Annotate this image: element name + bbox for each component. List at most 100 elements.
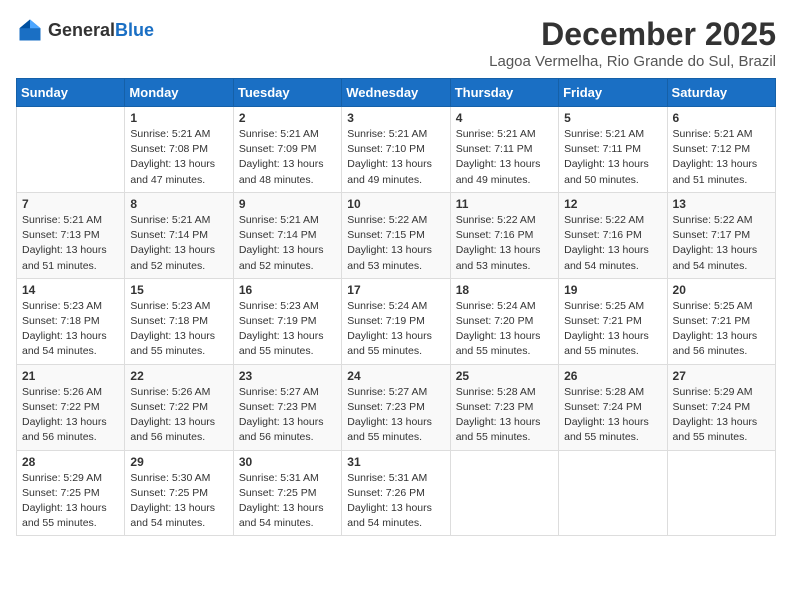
day-number: 20 (673, 283, 770, 297)
cell-info: Sunrise: 5:29 AMSunset: 7:25 PMDaylight:… (22, 471, 119, 532)
calendar-cell: 23 Sunrise: 5:27 AMSunset: 7:23 PMDayligh… (233, 364, 341, 450)
calendar-cell: 16 Sunrise: 5:23 AMSunset: 7:19 PMDayligh… (233, 278, 341, 364)
day-header-sunday: Sunday (17, 79, 125, 107)
cell-info: Sunrise: 5:24 AMSunset: 7:20 PMDaylight:… (456, 299, 553, 360)
cell-info: Sunrise: 5:26 AMSunset: 7:22 PMDaylight:… (130, 385, 227, 446)
calendar-cell: 29 Sunrise: 5:30 AMSunset: 7:25 PMDayligh… (125, 450, 233, 536)
month-title: December 2025 (489, 16, 776, 53)
calendar-cell: 10 Sunrise: 5:22 AMSunset: 7:15 PMDayligh… (342, 192, 450, 278)
cell-info: Sunrise: 5:25 AMSunset: 7:21 PMDaylight:… (673, 299, 770, 360)
calendar-cell: 2Sunrise: 5:21 AMSunset: 7:09 PMDaylight… (233, 107, 341, 193)
cell-info: Sunrise: 5:22 AMSunset: 7:17 PMDaylight:… (673, 213, 770, 274)
calendar-cell: 30Sunrise: 5:31 AMSunset: 7:25 PMDayligh… (233, 450, 341, 536)
calendar-cell: 3 Sunrise: 5:21 AMSunset: 7:10 PMDaylight… (342, 107, 450, 193)
day-number: 1 (130, 111, 227, 125)
cell-info: Sunrise: 5:21 AMSunset: 7:14 PMDaylight:… (239, 213, 336, 274)
calendar-cell: 17Sunrise: 5:24 AMSunset: 7:19 PMDayligh… (342, 278, 450, 364)
day-number: 9 (239, 197, 336, 211)
cell-info: Sunrise: 5:23 AMSunset: 7:18 PMDaylight:… (130, 299, 227, 360)
day-number: 27 (673, 369, 770, 383)
day-number: 22 (130, 369, 227, 383)
cell-info: Sunrise: 5:26 AMSunset: 7:22 PMDaylight:… (22, 385, 119, 446)
day-number: 4 (456, 111, 553, 125)
cell-info: Sunrise: 5:24 AMSunset: 7:19 PMDaylight:… (347, 299, 444, 360)
day-number: 23 (239, 369, 336, 383)
cell-info: Sunrise: 5:22 AMSunset: 7:15 PMDaylight:… (347, 213, 444, 274)
calendar-cell: 9 Sunrise: 5:21 AMSunset: 7:14 PMDaylight… (233, 192, 341, 278)
calendar-cell: 25 Sunrise: 5:28 AMSunset: 7:23 PMDayligh… (450, 364, 558, 450)
calendar-cell: 4Sunrise: 5:21 AMSunset: 7:11 PMDaylight… (450, 107, 558, 193)
calendar-cell: 7Sunrise: 5:21 AMSunset: 7:13 PMDaylight… (17, 192, 125, 278)
day-number: 10 (347, 197, 444, 211)
calendar-cell: 13 Sunrise: 5:22 AMSunset: 7:17 PMDayligh… (667, 192, 775, 278)
day-number: 15 (130, 283, 227, 297)
day-number: 7 (22, 197, 119, 211)
cell-info: Sunrise: 5:21 AMSunset: 7:12 PMDaylight:… (673, 127, 770, 188)
day-number: 24 (347, 369, 444, 383)
cell-info: Sunrise: 5:25 AMSunset: 7:21 PMDaylight:… (564, 299, 661, 360)
logo-text-general: General (48, 20, 115, 40)
day-number: 26 (564, 369, 661, 383)
cell-info: Sunrise: 5:21 AMSunset: 7:10 PMDaylight:… (347, 127, 444, 188)
calendar-cell: 15 Sunrise: 5:23 AMSunset: 7:18 PMDayligh… (125, 278, 233, 364)
calendar-cell: 22 Sunrise: 5:26 AMSunset: 7:22 PMDayligh… (125, 364, 233, 450)
day-number: 5 (564, 111, 661, 125)
calendar-cell: 24 Sunrise: 5:27 AMSunset: 7:23 PMDayligh… (342, 364, 450, 450)
day-number: 14 (22, 283, 119, 297)
day-header-thursday: Thursday (450, 79, 558, 107)
week-row-4: 21 Sunrise: 5:26 AMSunset: 7:22 PMDayligh… (17, 364, 776, 450)
week-row-5: 28 Sunrise: 5:29 AMSunset: 7:25 PMDayligh… (17, 450, 776, 536)
day-number: 2 (239, 111, 336, 125)
logo-icon (16, 16, 44, 44)
logo-text-blue: Blue (115, 20, 154, 40)
calendar-cell: 6 Sunrise: 5:21 AMSunset: 7:12 PMDaylight… (667, 107, 775, 193)
day-number: 25 (456, 369, 553, 383)
cell-info: Sunrise: 5:23 AMSunset: 7:19 PMDaylight:… (239, 299, 336, 360)
day-number: 16 (239, 283, 336, 297)
day-number: 18 (456, 283, 553, 297)
cell-info: Sunrise: 5:27 AMSunset: 7:23 PMDaylight:… (239, 385, 336, 446)
day-number: 13 (673, 197, 770, 211)
calendar-cell: 20 Sunrise: 5:25 AMSunset: 7:21 PMDayligh… (667, 278, 775, 364)
calendar-cell: 28 Sunrise: 5:29 AMSunset: 7:25 PMDayligh… (17, 450, 125, 536)
title-area: December 2025 Lagoa Vermelha, Rio Grande… (489, 16, 776, 70)
cell-info: Sunrise: 5:21 AMSunset: 7:14 PMDaylight:… (130, 213, 227, 274)
day-number: 8 (130, 197, 227, 211)
cell-info: Sunrise: 5:28 AMSunset: 7:23 PMDaylight:… (456, 385, 553, 446)
calendar-cell: 27 Sunrise: 5:29 AMSunset: 7:24 PMDayligh… (667, 364, 775, 450)
cell-info: Sunrise: 5:23 AMSunset: 7:18 PMDaylight:… (22, 299, 119, 360)
cell-info: Sunrise: 5:28 AMSunset: 7:24 PMDaylight:… (564, 385, 661, 446)
cell-info: Sunrise: 5:22 AMSunset: 7:16 PMDaylight:… (456, 213, 553, 274)
cell-info: Sunrise: 5:29 AMSunset: 7:24 PMDaylight:… (673, 385, 770, 446)
calendar-cell: 5 Sunrise: 5:21 AMSunset: 7:11 PMDaylight… (559, 107, 667, 193)
cell-info: Sunrise: 5:27 AMSunset: 7:23 PMDaylight:… (347, 385, 444, 446)
calendar-cell (559, 450, 667, 536)
logo: GeneralBlue (16, 16, 154, 44)
header: GeneralBlue December 2025 Lagoa Vermelha… (16, 16, 776, 70)
calendar-cell: 26 Sunrise: 5:28 AMSunset: 7:24 PMDayligh… (559, 364, 667, 450)
week-row-3: 14 Sunrise: 5:23 AMSunset: 7:18 PMDayligh… (17, 278, 776, 364)
cell-info: Sunrise: 5:30 AMSunset: 7:25 PMDaylight:… (130, 471, 227, 532)
cell-info: Sunrise: 5:22 AMSunset: 7:16 PMDaylight:… (564, 213, 661, 274)
day-number: 3 (347, 111, 444, 125)
day-header-wednesday: Wednesday (342, 79, 450, 107)
day-number: 19 (564, 283, 661, 297)
cell-info: Sunrise: 5:31 AMSunset: 7:26 PMDaylight:… (347, 471, 444, 532)
cell-info: Sunrise: 5:21 AMSunset: 7:11 PMDaylight:… (564, 127, 661, 188)
calendar-cell: 11 Sunrise: 5:22 AMSunset: 7:16 PMDayligh… (450, 192, 558, 278)
day-number: 21 (22, 369, 119, 383)
calendar-cell (667, 450, 775, 536)
day-number: 28 (22, 455, 119, 469)
calendar-cell (450, 450, 558, 536)
day-number: 29 (130, 455, 227, 469)
calendar-cell (17, 107, 125, 193)
day-header-friday: Friday (559, 79, 667, 107)
week-row-1: 1Sunrise: 5:21 AMSunset: 7:08 PMDaylight… (17, 107, 776, 193)
calendar-cell: 21 Sunrise: 5:26 AMSunset: 7:22 PMDayligh… (17, 364, 125, 450)
day-number: 12 (564, 197, 661, 211)
day-number: 6 (673, 111, 770, 125)
calendar-cell: 18 Sunrise: 5:24 AMSunset: 7:20 PMDayligh… (450, 278, 558, 364)
day-number: 11 (456, 197, 553, 211)
calendar-cell: 12 Sunrise: 5:22 AMSunset: 7:16 PMDayligh… (559, 192, 667, 278)
calendar-cell: 31Sunrise: 5:31 AMSunset: 7:26 PMDayligh… (342, 450, 450, 536)
